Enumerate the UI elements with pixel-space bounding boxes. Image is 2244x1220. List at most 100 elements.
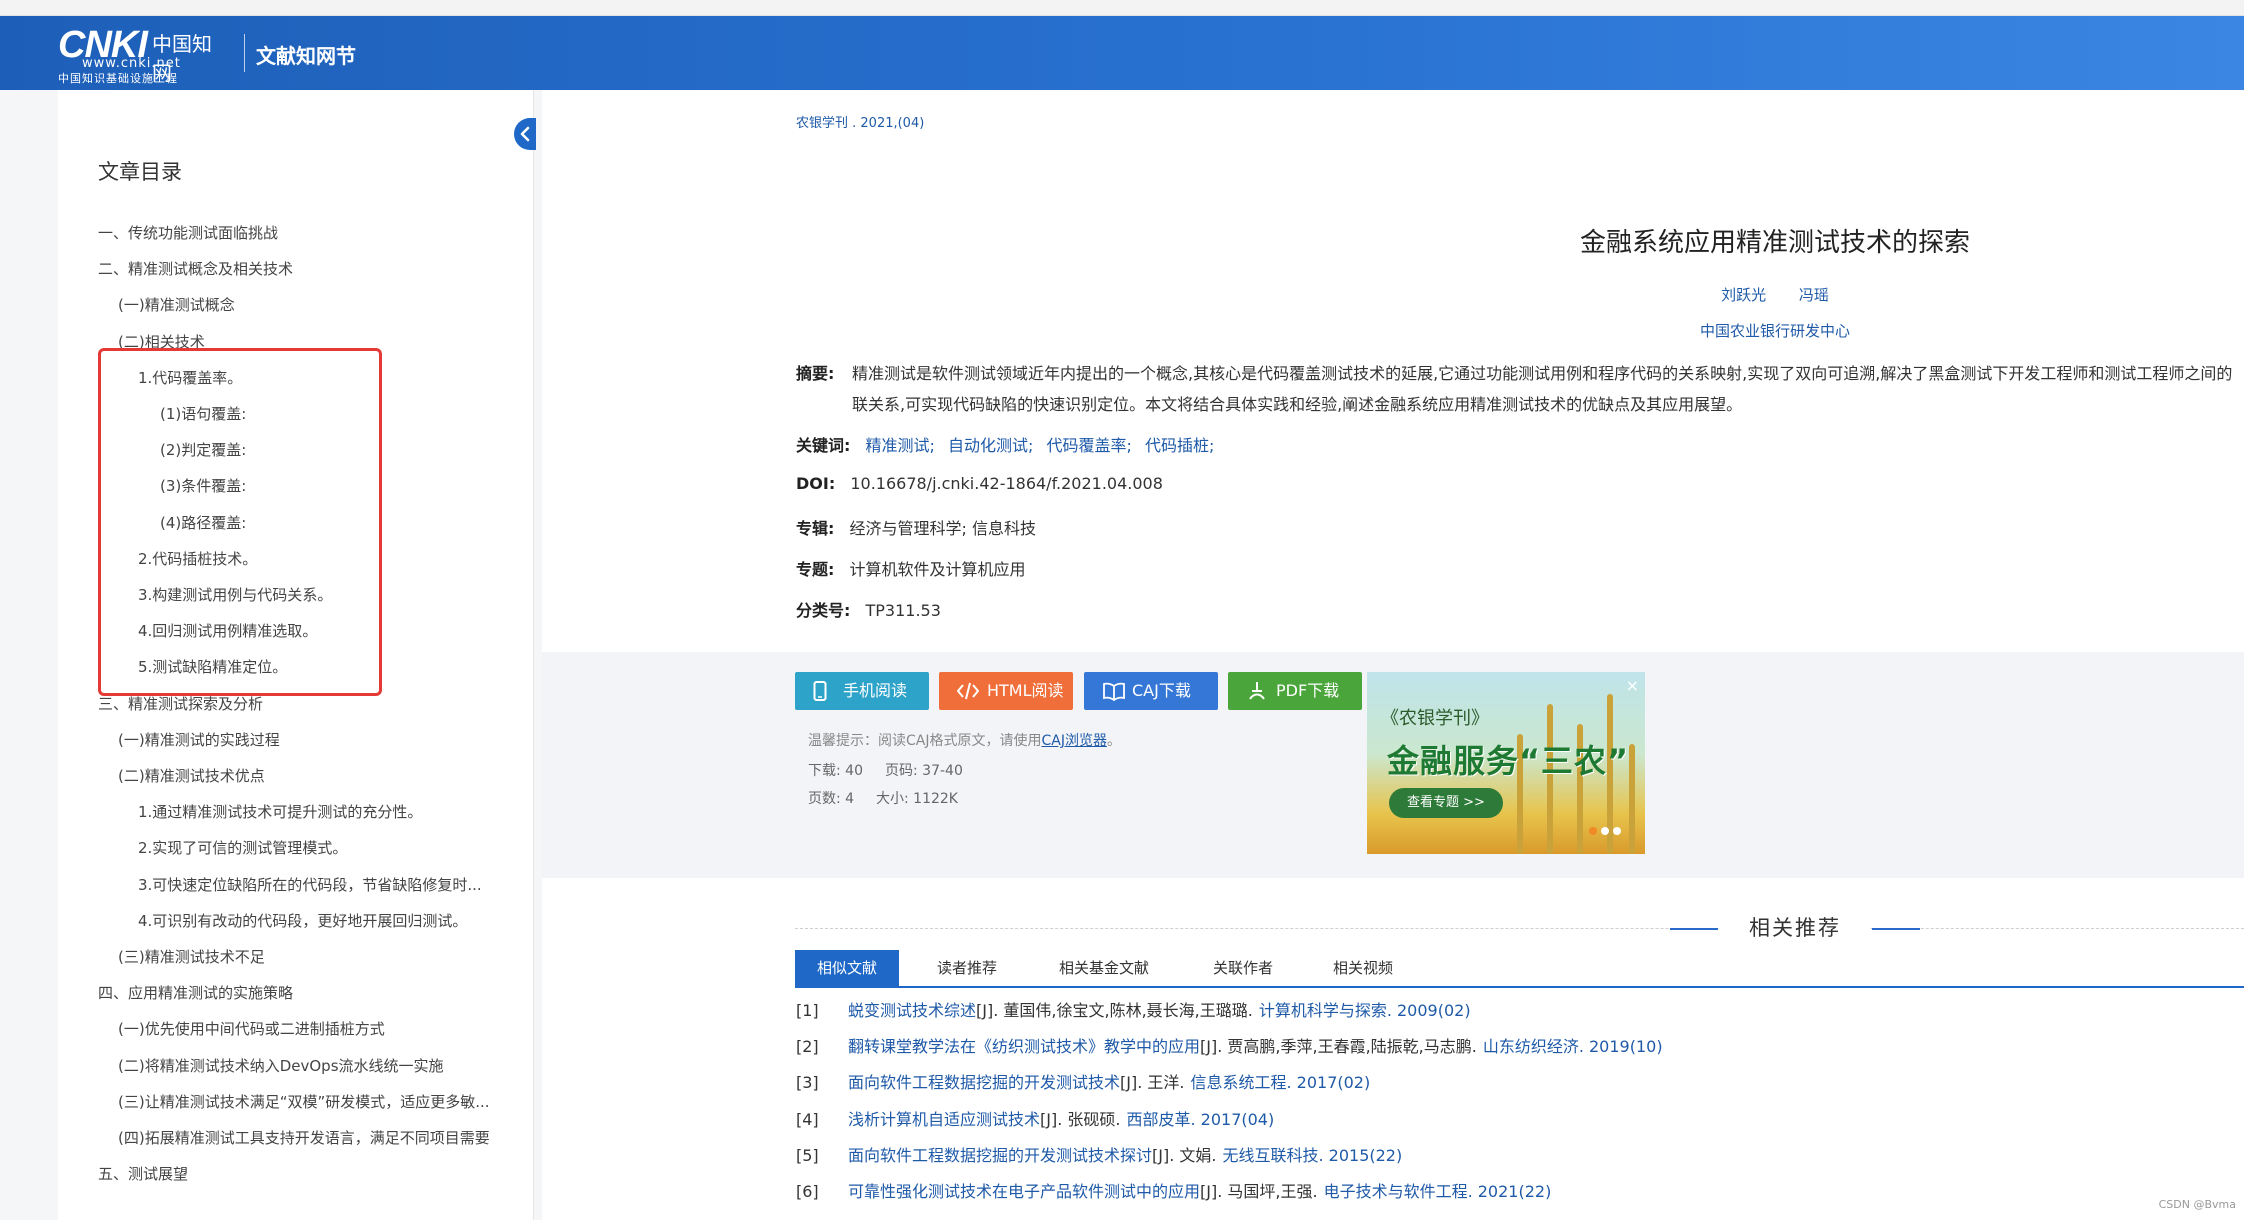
toc-item[interactable]: (三)让精准测试技术满足“双模”研发模式，适应更多敏... [118, 1091, 518, 1115]
caj-browser-link[interactable]: CAJ浏览器 [1041, 733, 1106, 749]
page-range-label: 页码: [885, 763, 918, 779]
related-title-link[interactable]: 浅析计算机自适应测试技术 [848, 1110, 1040, 1129]
toc-item[interactable]: (三)精准测试技术不足 [118, 946, 518, 970]
close-icon[interactable]: × [1626, 676, 1639, 695]
toc-item[interactable]: 二、精准测试概念及相关技术 [98, 258, 518, 282]
related-authors: [J]. 王洋. [1120, 1073, 1185, 1093]
related-index: [5] [796, 1145, 819, 1165]
tip-text: 温馨提示：阅读CAJ格式原文，请使用 [808, 733, 1042, 749]
download-tip: 温馨提示：阅读CAJ格式原文，请使用CAJ浏览器。 [808, 730, 1121, 750]
related-index: [4] [796, 1109, 819, 1129]
carousel-dot[interactable] [1613, 827, 1621, 835]
article-authors: 刘跃光 冯瑶 [1360, 284, 2190, 305]
download-count-label: 下载: [808, 763, 841, 779]
related-authors: [J]. 文娟. [1152, 1145, 1217, 1165]
related-journal-link[interactable]: 山东纺织经济. 2019(10) [1483, 1037, 1663, 1056]
article-source[interactable]: 农银学刊 . 2021,(04) [796, 112, 924, 131]
html-read-button[interactable]: HTML阅读 [939, 672, 1073, 710]
class-value: TP311.53 [865, 601, 941, 620]
toc-item[interactable]: 三、精准测试探索及分析 [98, 693, 518, 717]
page-count: 页数: 4 [808, 788, 854, 808]
caj-download-button[interactable]: CAJ下载 [1084, 672, 1218, 710]
logo-sub-text: 中国知识基础设施工程 [58, 72, 178, 85]
toc-item[interactable]: 五、测试展望 [98, 1163, 518, 1187]
page-range-value: 37-40 [922, 763, 963, 779]
series-value: 经济与管理科学; 信息科技 [849, 519, 1036, 538]
tab-reader-recommend[interactable]: 读者推荐 [937, 950, 997, 986]
series-row: 专辑: 经济与管理科学; 信息科技 [796, 515, 1036, 539]
toc-item[interactable]: 3.可快速定位缺陷所在的代码段，节省缺陷修复时... [138, 874, 518, 898]
ad-banner[interactable]: 《农银学刊》 金融服务“三农” 查看专题 >> × [1367, 672, 1645, 854]
tab-related-videos[interactable]: 相关视频 [1333, 950, 1393, 986]
related-title-link[interactable]: 蜕变测试技术综述 [848, 1001, 976, 1020]
related-journal-link[interactable]: 计算机科学与探索. 2009(02) [1259, 1001, 1471, 1020]
related-journal-link[interactable]: 西部皮革. 2017(04) [1126, 1110, 1274, 1129]
toc-item[interactable]: (一)精准测试的实践过程 [118, 729, 518, 753]
code-icon [957, 682, 979, 700]
related-divider [795, 928, 2244, 929]
caj-download-label: CAJ下载 [1132, 681, 1191, 700]
toc-item[interactable]: 一、传统功能测试面临挑战 [98, 222, 518, 246]
html-read-label: HTML阅读 [987, 681, 1064, 700]
related-title-link[interactable]: 可靠性强化测试技术在电子产品软件测试中的应用 [848, 1182, 1200, 1201]
keyword-link[interactable]: 代码插桩; [1145, 436, 1214, 455]
related-authors: [J]. 张砚硕. [1040, 1109, 1121, 1129]
ad-journal-name: 《农银学刊》 [1381, 708, 1489, 729]
class-label: 分类号: [796, 601, 851, 620]
toc-item[interactable]: (四)拓展精准测试工具支持开发语言，满足不同项目需要 [118, 1127, 518, 1151]
pdf-download-button[interactable]: PDF下载 [1228, 672, 1362, 710]
related-journal-link[interactable]: 无线互联科技. 2015(22) [1222, 1146, 1402, 1165]
toc-item[interactable]: 1.通过精准测试技术可提升测试的充分性。 [138, 801, 518, 825]
author-link[interactable]: 刘跃光 [1721, 286, 1766, 304]
toc-item[interactable]: 2.实现了可信的测试管理模式。 [138, 837, 518, 861]
sidebar-gutter [534, 90, 542, 1220]
related-item: [3] 面向软件工程数据挖掘的开发测试技术[J]. 王洋. 信息系统工程. 2017… [796, 1069, 1370, 1093]
ad-carousel-dots[interactable] [1589, 820, 1625, 839]
site-header: CNKI 中国知网 www.cnki.net 中国知识基础设施工程 文献知网节 [0, 16, 2244, 90]
topic-value: 计算机软件及计算机应用 [849, 560, 1026, 579]
toc-item[interactable]: (一)优先使用中间代码或二进制插桩方式 [118, 1018, 518, 1042]
related-title-link[interactable]: 翻转课堂教学法在《纺织测试技术》教学中的应用 [848, 1037, 1200, 1056]
keyword-link[interactable]: 精准测试; [866, 436, 935, 455]
toc-item[interactable]: (二)将精准测试技术纳入DevOps流水线统一实施 [118, 1055, 518, 1079]
related-item: [1] 蜕变测试技术综述[J]. 董国伟,徐宝文,陈林,聂长海,王璐璐. 计算机科学… [796, 997, 1471, 1021]
related-title-link[interactable]: 面向软件工程数据挖掘的开发测试技术 [848, 1073, 1120, 1092]
tip-end: 。 [1106, 733, 1121, 749]
ad-decoration [1629, 744, 1635, 854]
file-size-label: 大小: [876, 791, 909, 807]
header-divider [244, 34, 245, 72]
doi-label: DOI: [796, 474, 836, 493]
related-item: [5] 面向软件工程数据挖掘的开发测试技术探讨[J]. 文娟. 无线互联科技. 20… [796, 1142, 1402, 1166]
cnki-logo[interactable]: CNKI 中国知网 www.cnki.net 中国知识基础设施工程 [58, 24, 230, 85]
toc-item[interactable]: 四、应用精准测试的实施策略 [98, 982, 518, 1006]
related-journal-link[interactable]: 信息系统工程. 2017(02) [1190, 1073, 1370, 1092]
article-title: 金融系统应用精准测试技术的探索 [1579, 228, 1970, 258]
ad-view-topic-button[interactable]: 查看专题 >> [1389, 788, 1503, 818]
tab-similar[interactable]: 相似文献 [795, 950, 899, 986]
carousel-dot[interactable] [1601, 827, 1609, 835]
toc-item[interactable]: (二)精准测试技术优点 [118, 765, 518, 789]
keyword-link[interactable]: 代码覆盖率; [1047, 436, 1132, 455]
toc-item[interactable]: (一)精准测试概念 [118, 294, 518, 318]
tab-related-authors[interactable]: 关联作者 [1213, 950, 1273, 986]
author-link[interactable]: 冯瑶 [1799, 286, 1829, 304]
toc-item[interactable]: 4.可识别有改动的代码段，更好地开展回归测试。 [138, 910, 518, 934]
chevron-left-icon [520, 126, 530, 142]
tab-fund-literature[interactable]: 相关基金文献 [1059, 950, 1149, 986]
carousel-dot[interactable] [1589, 827, 1597, 835]
related-journal-link[interactable]: 电子技术与软件工程. 2021(22) [1324, 1182, 1552, 1201]
logo-url-text: www.cnki.net [82, 56, 181, 71]
related-title: 相关推荐 [1720, 912, 1870, 942]
related-index: [2] [796, 1037, 819, 1057]
file-size: 大小: 1122K [876, 788, 958, 808]
header-title[interactable]: 文献知网节 [256, 40, 356, 69]
download-count-value: 40 [845, 763, 863, 779]
pdf-download-label: PDF下载 [1276, 681, 1340, 700]
phone-icon [813, 681, 827, 701]
related-tabs: 相似文献 读者推荐 相关基金文献 关联作者 相关视频 [795, 950, 2244, 988]
mobile-read-button[interactable]: 手机阅读 [795, 672, 929, 710]
related-title-link[interactable]: 面向软件工程数据挖掘的开发测试技术探讨 [848, 1146, 1152, 1165]
keyword-link[interactable]: 自动化测试; [948, 436, 1033, 455]
article-org[interactable]: 中国农业银行研发中心 [1360, 320, 2190, 341]
browser-bookmarks-bar [0, 0, 2244, 16]
